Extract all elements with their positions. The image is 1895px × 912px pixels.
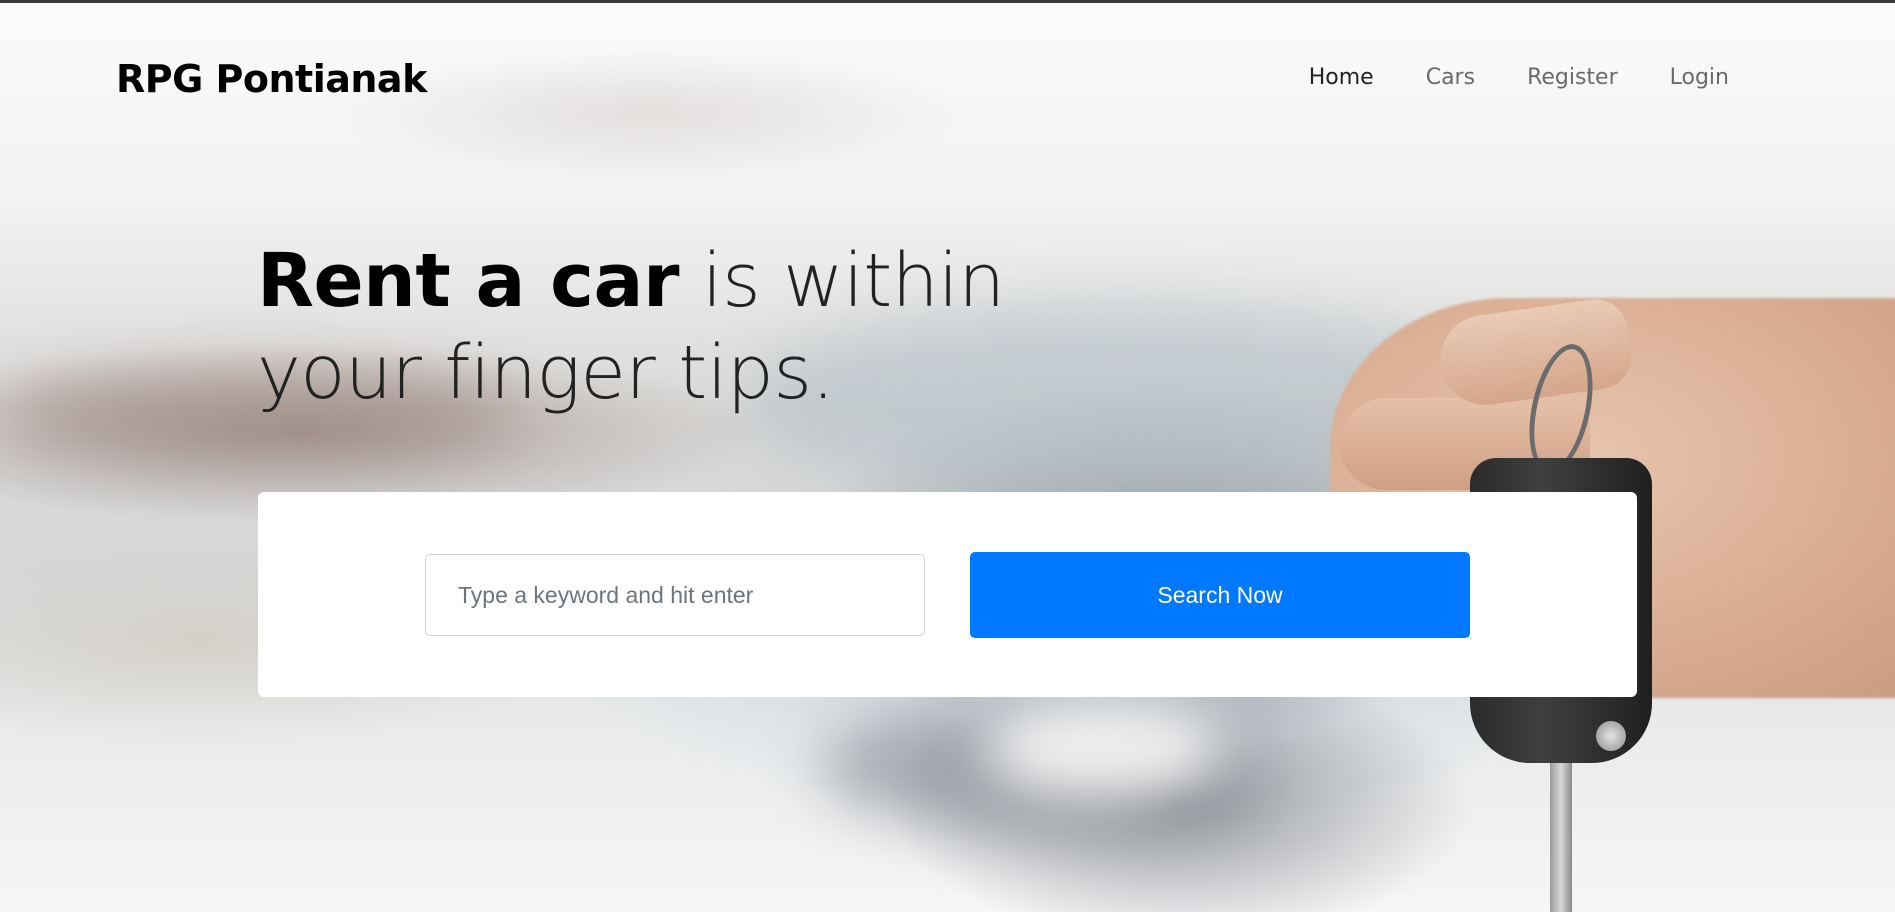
hero-title: Rent a car is within your finger tips.: [257, 235, 1005, 419]
hero-title-bold: Rent a car: [257, 238, 679, 324]
search-now-button[interactable]: Search Now: [970, 552, 1470, 638]
background-highlight: [980, 693, 1230, 803]
car-key-button-image: [1596, 721, 1626, 751]
nav-link-cars[interactable]: Cars: [1400, 65, 1501, 90]
nav-item-home: Home: [1283, 65, 1400, 90]
nav-item-cars: Cars: [1400, 65, 1501, 90]
hero-title-rest: is within: [678, 238, 1005, 324]
car-key-blade-image: [1550, 763, 1572, 912]
landing-page: RPG Pontianak Home Cars Register Login R…: [0, 0, 1895, 912]
search-input[interactable]: [425, 554, 925, 636]
nav-menu: Home Cars Register Login: [1283, 65, 1755, 90]
nav-link-home[interactable]: Home: [1283, 65, 1400, 90]
nav-link-register[interactable]: Register: [1501, 65, 1644, 90]
search-panel: Search Now: [258, 492, 1637, 697]
hero-title-line2: your finger tips.: [257, 330, 835, 416]
nav-link-login[interactable]: Login: [1644, 65, 1755, 90]
brand-logo[interactable]: RPG Pontianak: [116, 57, 427, 101]
nav-item-login: Login: [1644, 65, 1755, 90]
navbar: RPG Pontianak Home Cars Register Login: [0, 3, 1895, 163]
nav-item-register: Register: [1501, 65, 1644, 90]
